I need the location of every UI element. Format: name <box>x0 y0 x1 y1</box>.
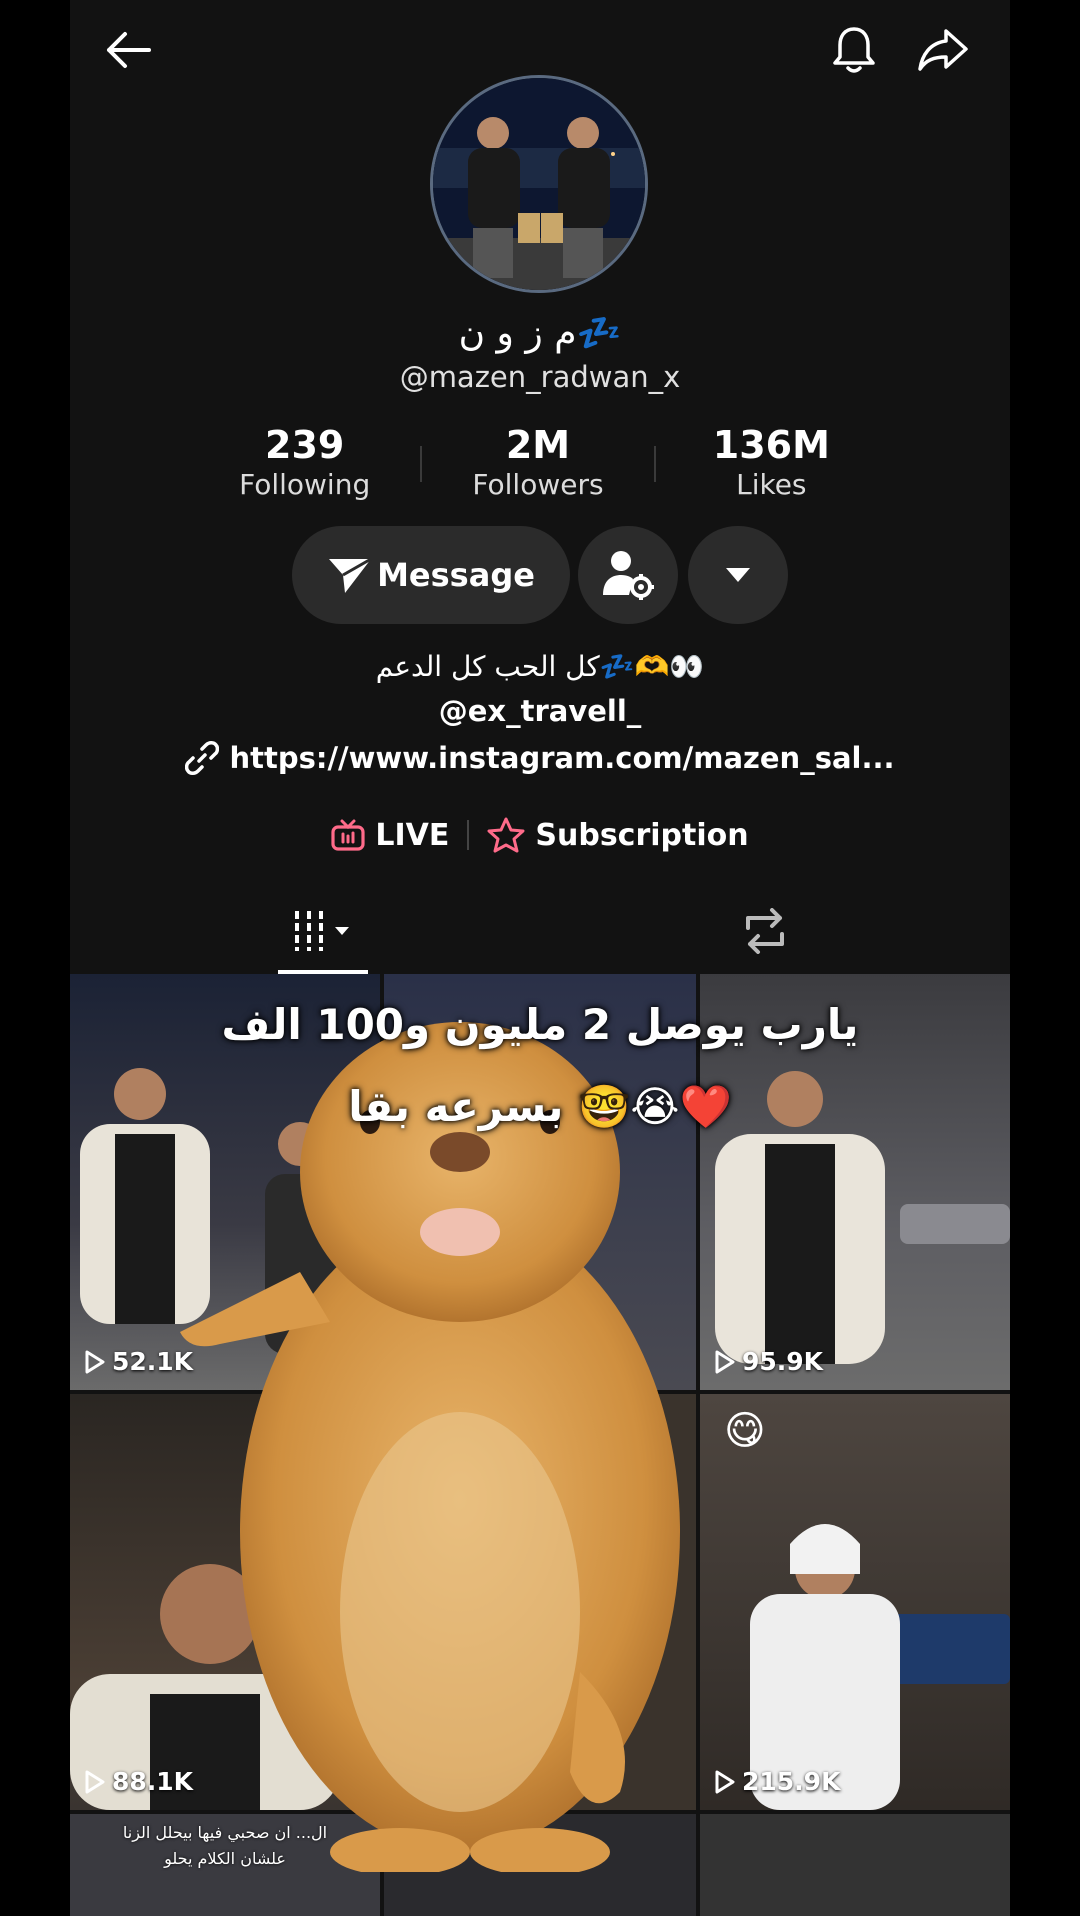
stat-followers[interactable]: 2M Followers <box>421 422 654 502</box>
caret-down-icon <box>726 568 750 582</box>
stat-following[interactable]: 239 Following <box>188 422 421 502</box>
link-icon <box>185 741 220 775</box>
badge-divider <box>467 820 470 850</box>
action-buttons: Message <box>70 526 1010 626</box>
play-icon <box>85 1770 105 1793</box>
subscription-label: Subscription <box>535 817 749 853</box>
overlay-caption-line1: يارب يوصل 2 مليون و100 الف <box>221 1000 859 1049</box>
stat-value: 136M <box>712 423 830 467</box>
star-icon <box>487 817 525 853</box>
live-badge[interactable]: LIVE <box>331 818 449 853</box>
avatar[interactable] <box>430 75 648 293</box>
tab-videos[interactable] <box>278 896 368 966</box>
avatar-image <box>433 78 645 290</box>
notifications-button[interactable] <box>824 20 884 80</box>
play-icon <box>85 1350 105 1373</box>
message-button[interactable]: Message <box>292 526 570 624</box>
live-label: LIVE <box>375 817 450 853</box>
stat-label: Likes <box>736 468 807 501</box>
back-button[interactable] <box>98 20 158 80</box>
stat-value: 239 <box>265 423 345 467</box>
tv-icon <box>331 819 365 851</box>
subscription-badge[interactable]: Subscription <box>487 817 749 853</box>
feature-badges: LIVE Subscription <box>70 814 1010 856</box>
display-name: م ز و ن💤 <box>458 313 622 354</box>
repost-icon <box>746 908 784 954</box>
bio-text: كل الحب كل الدعم💤🫶👀 <box>375 650 705 683</box>
stat-label: Followers <box>472 468 604 501</box>
share-icon <box>918 29 968 71</box>
message-label: Message <box>377 556 535 594</box>
more-dropdown-button[interactable] <box>688 526 788 624</box>
stat-value: 2M <box>505 423 571 467</box>
overlay-caption-line2: بسرعه بقا 🤓😭❤️ <box>348 1082 732 1131</box>
divider <box>420 446 422 482</box>
bio-link-text: https://www.instagram.com/mazen_sal... <box>229 741 895 775</box>
stats-row: 239 Following 2M Followers 136M Likes <box>188 422 888 502</box>
user-gear-icon <box>603 551 654 600</box>
grid-icon <box>295 911 349 951</box>
bell-icon <box>833 27 875 73</box>
profile-screen: م ز و ن💤 @mazen_radwan_x 239 Following 2… <box>70 0 1010 1916</box>
bio-mention-link[interactable]: @ex_travell_ <box>70 694 1010 728</box>
username: @mazen_radwan_x <box>399 360 681 394</box>
send-icon <box>329 557 372 593</box>
tab-reposts[interactable] <box>720 896 810 966</box>
arrow-left-icon <box>107 32 151 68</box>
profile-settings-button[interactable] <box>578 526 678 624</box>
profile-tabs <box>70 890 1010 974</box>
stat-label: Following <box>239 468 371 501</box>
stat-likes[interactable]: 136M Likes <box>655 422 888 502</box>
share-button[interactable] <box>913 20 973 80</box>
divider <box>654 446 656 482</box>
bio-link[interactable]: https://www.instagram.com/mazen_sal... <box>70 741 1010 775</box>
